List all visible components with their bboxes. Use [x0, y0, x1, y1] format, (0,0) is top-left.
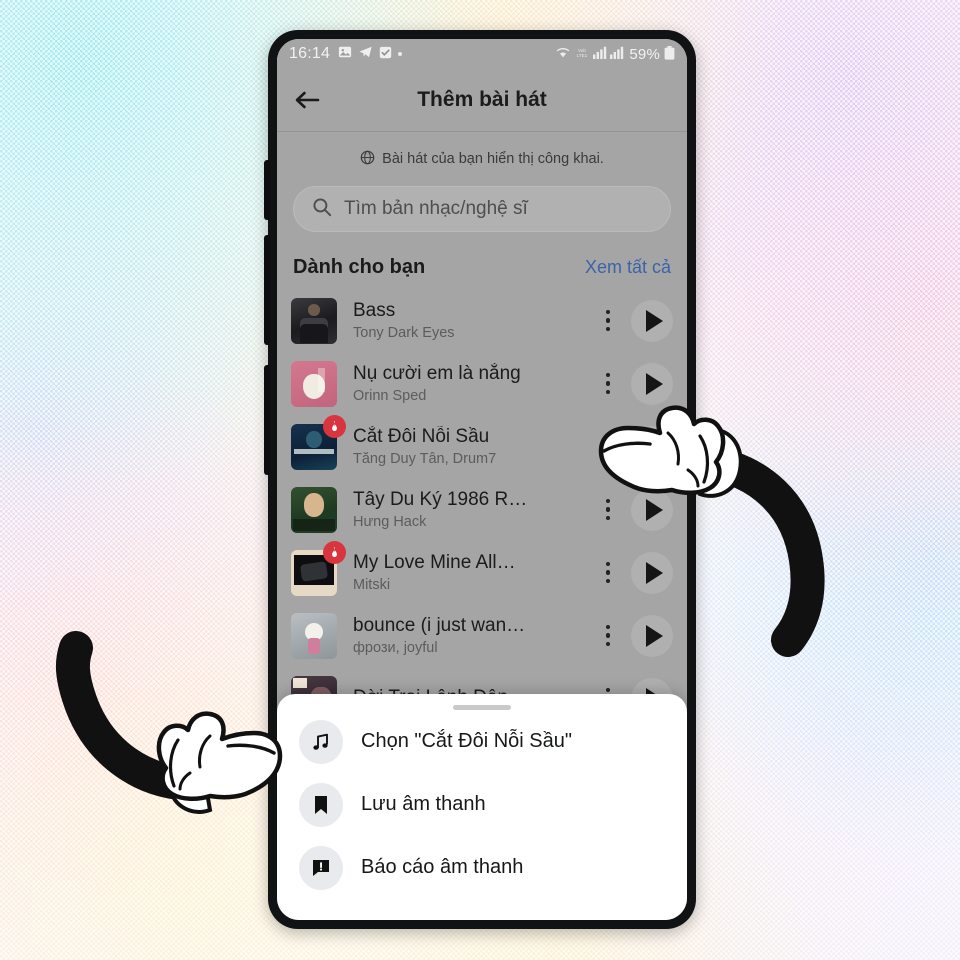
play-icon[interactable]: [631, 488, 673, 531]
song-artist: Orinn Sped: [353, 387, 427, 404]
song-meta: Tây Du Ký 1986 R… Hưng Hack: [353, 489, 591, 529]
song-artist: фрози, joyful: [353, 639, 438, 656]
sheet-menu-item[interactable]: Chọn "Cắt Đôi Nỗi Sầu": [277, 710, 687, 773]
album-art: [291, 540, 346, 596]
play-icon[interactable]: [631, 299, 673, 342]
kebab-menu-icon[interactable]: [591, 372, 625, 395]
public-visibility-note: Bài hát của bạn hiển thị công khai.: [277, 132, 687, 186]
song-meta: Cắt Đôi Nỗi Sầu Tăng Duy Tân, Drum7: [353, 426, 591, 466]
album-art: [291, 612, 337, 659]
status-bar-system-icons: Volt LTE1 59%: [555, 45, 675, 63]
phone-device-frame: 16:14 Volt LTE1 59% Thêm bài hát Bài hát…: [264, 30, 696, 929]
play-icon[interactable]: [631, 362, 673, 405]
song-list: Bass Tony Dark Eyes Nụ cười em là nắng Orin…: [277, 289, 687, 730]
song-artist: Hưng Hack: [353, 513, 427, 530]
search-section: Tìm bản nhạc/nghệ sĩ: [277, 186, 687, 244]
song-row[interactable]: Bass Tony Dark Eyes: [277, 289, 687, 352]
bottom-sheet-menu: Chọn "Cắt Đôi Nỗi Sầu" Lưu âm thanh Báo cá…: [277, 694, 687, 920]
play-icon[interactable]: [631, 425, 673, 468]
report-flag-icon: [299, 845, 343, 890]
dot-icon: [398, 52, 403, 56]
sheet-menu-item[interactable]: Lưu âm thanh: [277, 773, 687, 836]
app-bar: Thêm bài hát: [277, 69, 687, 131]
status-bar: 16:14 Volt LTE1 59%: [277, 39, 687, 69]
song-row[interactable]: bounce (i just wan… фрози, joyful: [277, 604, 687, 667]
kebab-menu-icon[interactable]: [591, 435, 625, 458]
album-art-image: [291, 612, 337, 659]
kebab-menu-icon[interactable]: [591, 624, 625, 647]
song-title: Cắt Đôi Nỗi Sầu: [353, 426, 490, 448]
album-art: [291, 414, 346, 470]
song-title: Nụ cười em là nắng: [353, 363, 521, 385]
search-icon: [312, 197, 332, 222]
song-meta: Nụ cười em là nắng Orinn Sped: [353, 363, 591, 403]
album-art-image: [291, 360, 337, 407]
song-row[interactable]: Cắt Đôi Nỗi Sầu Tăng Duy Tân, Drum7: [277, 414, 687, 478]
song-title: Bass: [353, 300, 396, 322]
sheet-menu-item-label: Chọn "Cắt Đôi Nỗi Sầu": [361, 730, 572, 752]
volte-icon: Volt LTE1: [574, 46, 590, 62]
play-icon[interactable]: [631, 551, 673, 594]
svg-text:LTE1: LTE1: [577, 53, 588, 58]
album-art-image: [291, 297, 337, 344]
song-title: My Love Mine All…: [353, 552, 516, 574]
album-art: [291, 486, 337, 533]
song-row[interactable]: Nụ cười em là nắng Orinn Sped: [277, 352, 687, 415]
back-arrow-icon[interactable]: [277, 89, 337, 111]
album-art: [291, 297, 337, 344]
song-artist: Tăng Duy Tân, Drum7: [353, 450, 497, 467]
device-volume-button[interactable]: [264, 235, 270, 345]
section-header: Dành cho bạn Xem tất cả: [277, 244, 687, 289]
flame-badge-icon: [323, 540, 346, 564]
signal-1-icon: [593, 46, 607, 62]
song-title: bounce (i just wan…: [353, 615, 526, 637]
album-art-image: [291, 486, 337, 533]
album-art: [291, 360, 337, 407]
wifi-icon: [555, 46, 571, 62]
status-bar-clock: 16:14: [289, 45, 331, 62]
public-note-text: Bài hát của bạn hiển thị công khai.: [382, 151, 604, 167]
kebab-menu-icon[interactable]: [591, 498, 625, 521]
search-input[interactable]: Tìm bản nhạc/nghệ sĩ: [293, 186, 671, 232]
flame-badge-icon: [323, 414, 346, 438]
sheet-menu-item-label: Lưu âm thanh: [361, 793, 486, 815]
song-row[interactable]: My Love Mine All… Mitski: [277, 540, 687, 604]
photo-icon: [338, 45, 352, 63]
phone-screen: 16:14 Volt LTE1 59% Thêm bài hát Bài hát…: [277, 39, 687, 920]
status-bar-notification-icons: [338, 45, 403, 63]
see-all-link[interactable]: Xem tất cả: [585, 257, 671, 278]
signal-2-icon: [610, 46, 624, 62]
song-meta: Bass Tony Dark Eyes: [353, 300, 591, 340]
section-title: Dành cho bạn: [293, 256, 426, 278]
telegram-icon: [358, 45, 373, 63]
play-icon[interactable]: [631, 614, 673, 657]
bottom-sheet-items: Chọn "Cắt Đôi Nỗi Sầu" Lưu âm thanh Báo cá…: [277, 710, 687, 899]
music-note-icon: [299, 719, 343, 764]
device-power-button[interactable]: [264, 365, 270, 475]
battery-percent-label: 59%: [629, 45, 660, 63]
search-placeholder: Tìm bản nhạc/nghệ sĩ: [344, 198, 528, 219]
battery-icon: [664, 45, 675, 63]
song-artist: Tony Dark Eyes: [353, 324, 455, 341]
bookmark-icon: [299, 782, 343, 827]
sheet-menu-item-label: Báo cáo âm thanh: [361, 856, 524, 878]
kebab-menu-icon[interactable]: [591, 309, 625, 332]
song-meta: bounce (i just wan… фрози, joyful: [353, 615, 591, 655]
checkbox-icon: [379, 46, 392, 63]
device-side-button-top[interactable]: [264, 160, 270, 220]
globe-icon: [360, 150, 375, 169]
sheet-menu-item[interactable]: Báo cáo âm thanh: [277, 836, 687, 899]
page-title: Thêm bài hát: [417, 88, 547, 111]
song-artist: Mitski: [353, 576, 391, 593]
kebab-menu-icon[interactable]: [591, 561, 625, 584]
song-meta: My Love Mine All… Mitski: [353, 552, 591, 592]
song-row[interactable]: Tây Du Ký 1986 R… Hưng Hack: [277, 478, 687, 541]
song-title: Tây Du Ký 1986 R…: [353, 489, 528, 511]
